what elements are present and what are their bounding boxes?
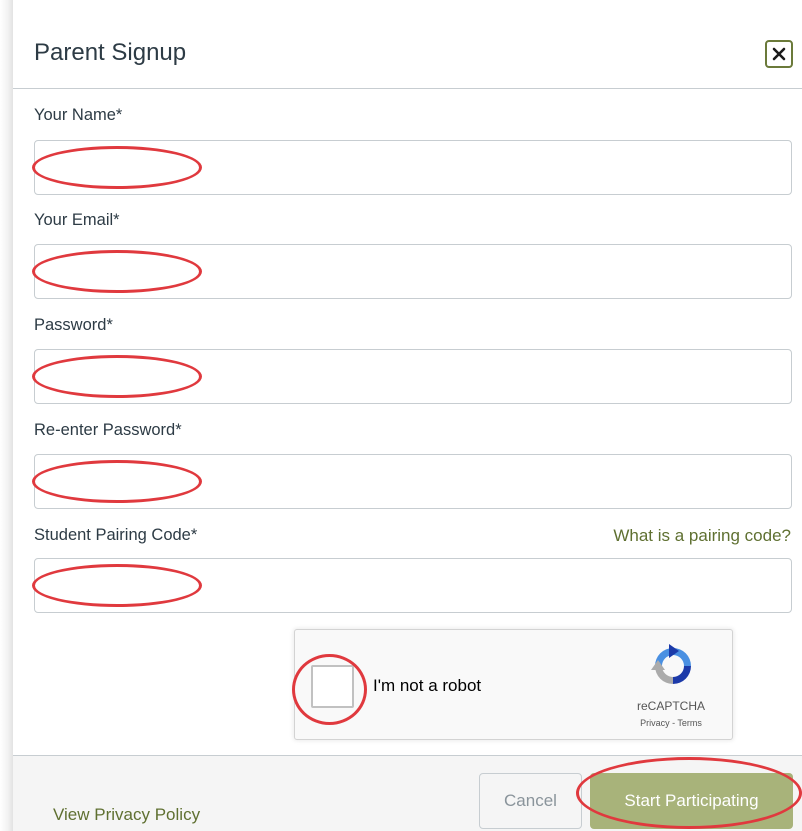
email-field[interactable] (34, 244, 792, 299)
confirm-password-label: Re-enter Password* (34, 421, 182, 439)
recaptcha-widget: I'm not a robot reCAPTCHA Privacy - Term… (294, 629, 733, 740)
dialog-footer: View Privacy Policy Cancel Start Partici… (13, 755, 802, 831)
pairing-code-field[interactable] (34, 558, 792, 613)
password-field[interactable] (34, 349, 792, 404)
confirm-password-field[interactable] (34, 454, 792, 509)
start-participating-button[interactable]: Start Participating (590, 773, 793, 829)
privacy-policy-link[interactable]: View Privacy Policy (53, 805, 200, 825)
recaptcha-privacy-terms[interactable]: Privacy - Terms (613, 718, 729, 728)
cancel-button[interactable]: Cancel (479, 773, 582, 829)
recaptcha-label: I'm not a robot (373, 676, 482, 695)
recaptcha-logo-icon (651, 644, 691, 684)
page-backdrop-edge (0, 0, 13, 831)
dialog-title: Parent Signup (34, 39, 187, 66)
name-field[interactable] (34, 140, 792, 195)
parent-signup-dialog: Parent Signup Your Name* Your Email* Pas… (13, 13, 802, 831)
name-label: Your Name* (34, 106, 123, 124)
close-button[interactable] (765, 40, 793, 68)
email-label: Your Email* (34, 211, 120, 229)
password-label: Password* (34, 316, 113, 334)
close-icon (772, 47, 786, 61)
dialog-header: Parent Signup (13, 13, 802, 89)
pairing-code-label: Student Pairing Code* (34, 526, 198, 544)
recaptcha-checkbox[interactable] (311, 665, 354, 708)
pairing-code-help-link[interactable]: What is a pairing code? (613, 526, 791, 546)
recaptcha-brand: reCAPTCHA (636, 699, 705, 713)
